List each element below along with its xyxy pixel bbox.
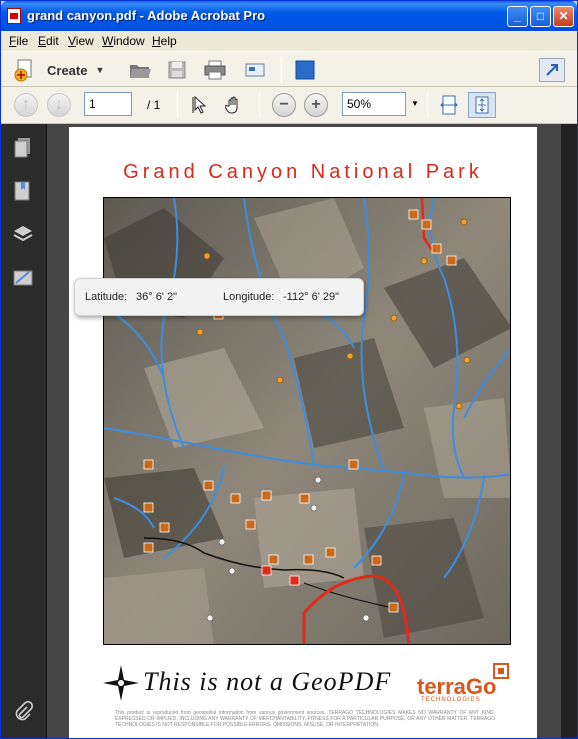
menu-help[interactable]: Help — [152, 34, 177, 48]
close-button[interactable]: ✕ — [553, 6, 574, 27]
cursor-arrow-icon — [192, 96, 207, 114]
coordinate-tooltip: Latitude: 36° 6' 2" Longitude: -112° 6' … — [74, 278, 364, 316]
toolbar-separator — [427, 92, 428, 118]
menu-window[interactable]: Window — [102, 34, 145, 48]
zoom-in-button[interactable]: + — [304, 93, 328, 117]
arrow-down-icon: ↓ — [47, 93, 71, 117]
disclaimer-signature: This is not a GeoPDF — [143, 667, 392, 696]
terrago-mark-icon — [493, 663, 509, 679]
save-button[interactable] — [165, 59, 189, 81]
layers-icon[interactable] — [12, 223, 34, 245]
menu-edit[interactable]: Edit — [38, 34, 59, 48]
satellite-map-image — [104, 198, 510, 644]
main-toolbar: Create ▼ — [1, 51, 577, 87]
pages-icon[interactable] — [12, 136, 34, 158]
longitude-value: -112° 6' 29" — [283, 291, 340, 303]
legal-disclaimer: This product is reproduced from geospati… — [115, 710, 495, 728]
toolbar-separator — [177, 92, 178, 118]
minimize-button[interactable]: _ — [507, 6, 528, 27]
latitude-value: 36° 6' 2" — [136, 291, 177, 303]
toolbar-separator — [259, 92, 260, 118]
menu-bar: File Edit View Window Help — [1, 31, 577, 51]
email-icon — [245, 63, 265, 77]
select-tool-button[interactable] — [190, 94, 212, 116]
menu-view[interactable]: View — [68, 34, 94, 48]
navigation-pane — [1, 124, 47, 738]
canyon-map[interactable] — [103, 197, 511, 645]
window-title: grand canyon.pdf - Adobe Acrobat Pro — [27, 8, 266, 23]
zoom-dropdown-icon[interactable]: ▼ — [411, 99, 419, 108]
expand-arrow-icon — [546, 64, 558, 76]
open-button[interactable] — [127, 59, 153, 81]
open-folder-icon — [130, 65, 151, 78]
page-total-label: / 1 — [147, 98, 161, 112]
longitude-label: Longitude: — [223, 291, 275, 303]
attachments-icon[interactable] — [12, 700, 34, 723]
print-button[interactable] — [201, 59, 229, 81]
minus-icon: − — [272, 93, 296, 117]
expand-button[interactable] — [539, 58, 565, 82]
bookmarks-icon[interactable] — [12, 180, 34, 202]
acrobat-window: grand canyon.pdf - Adobe Acrobat Pro _ □… — [0, 0, 578, 739]
pdf-app-icon — [7, 8, 21, 24]
create-icon — [14, 59, 32, 82]
blue-square-icon — [295, 60, 315, 80]
document-area[interactable]: Grand Canyon National Park This is not a… — [47, 124, 577, 738]
maximize-button[interactable]: □ — [530, 6, 551, 27]
compass-rose-icon — [103, 665, 139, 701]
page-number-field[interactable]: 1 — [84, 92, 132, 116]
scrolling-mode-button[interactable] — [437, 93, 461, 117]
printer-icon — [204, 60, 226, 80]
navigation-toolbar: ↑ ↓ 1 / 1 − + 50% ▼ — [1, 87, 577, 124]
latitude-label: Latitude: — [85, 291, 128, 303]
pdf-page: Grand Canyon National Park This is not a… — [69, 127, 537, 738]
zoom-input[interactable]: 50% — [342, 92, 406, 116]
document-view-button[interactable] — [293, 59, 317, 81]
terrago-technologies: TECHNOLOGIES — [421, 697, 481, 703]
arrow-up-icon: ↑ — [14, 93, 38, 117]
fit-width-icon — [440, 95, 458, 115]
fit-page-icon — [475, 96, 489, 114]
create-dropdown-icon: ▼ — [95, 65, 105, 75]
zoom-out-button[interactable]: − — [272, 93, 296, 117]
hand-tool-button[interactable] — [223, 94, 245, 116]
document-title: Grand Canyon National Park — [123, 161, 483, 183]
menu-file[interactable]: File — [9, 34, 28, 48]
next-page-button[interactable]: ↓ — [47, 93, 71, 117]
previous-page-button[interactable]: ↑ — [14, 93, 38, 117]
toolbar-separator — [281, 57, 282, 83]
vertical-scrollbar[interactable] — [561, 124, 577, 738]
create-button[interactable]: Create ▼ — [13, 58, 113, 82]
plus-icon: + — [304, 93, 328, 117]
hand-icon — [225, 96, 238, 114]
fit-page-button[interactable] — [468, 92, 496, 118]
signatures-icon[interactable] — [12, 267, 34, 289]
title-bar: grand canyon.pdf - Adobe Acrobat Pro _ □… — [1, 1, 577, 31]
save-disk-icon — [168, 61, 186, 79]
email-button[interactable] — [243, 59, 267, 81]
page-number-input[interactable]: 1 — [84, 92, 132, 116]
zoom-field[interactable]: 50% — [342, 92, 406, 116]
create-label: Create — [47, 62, 88, 78]
